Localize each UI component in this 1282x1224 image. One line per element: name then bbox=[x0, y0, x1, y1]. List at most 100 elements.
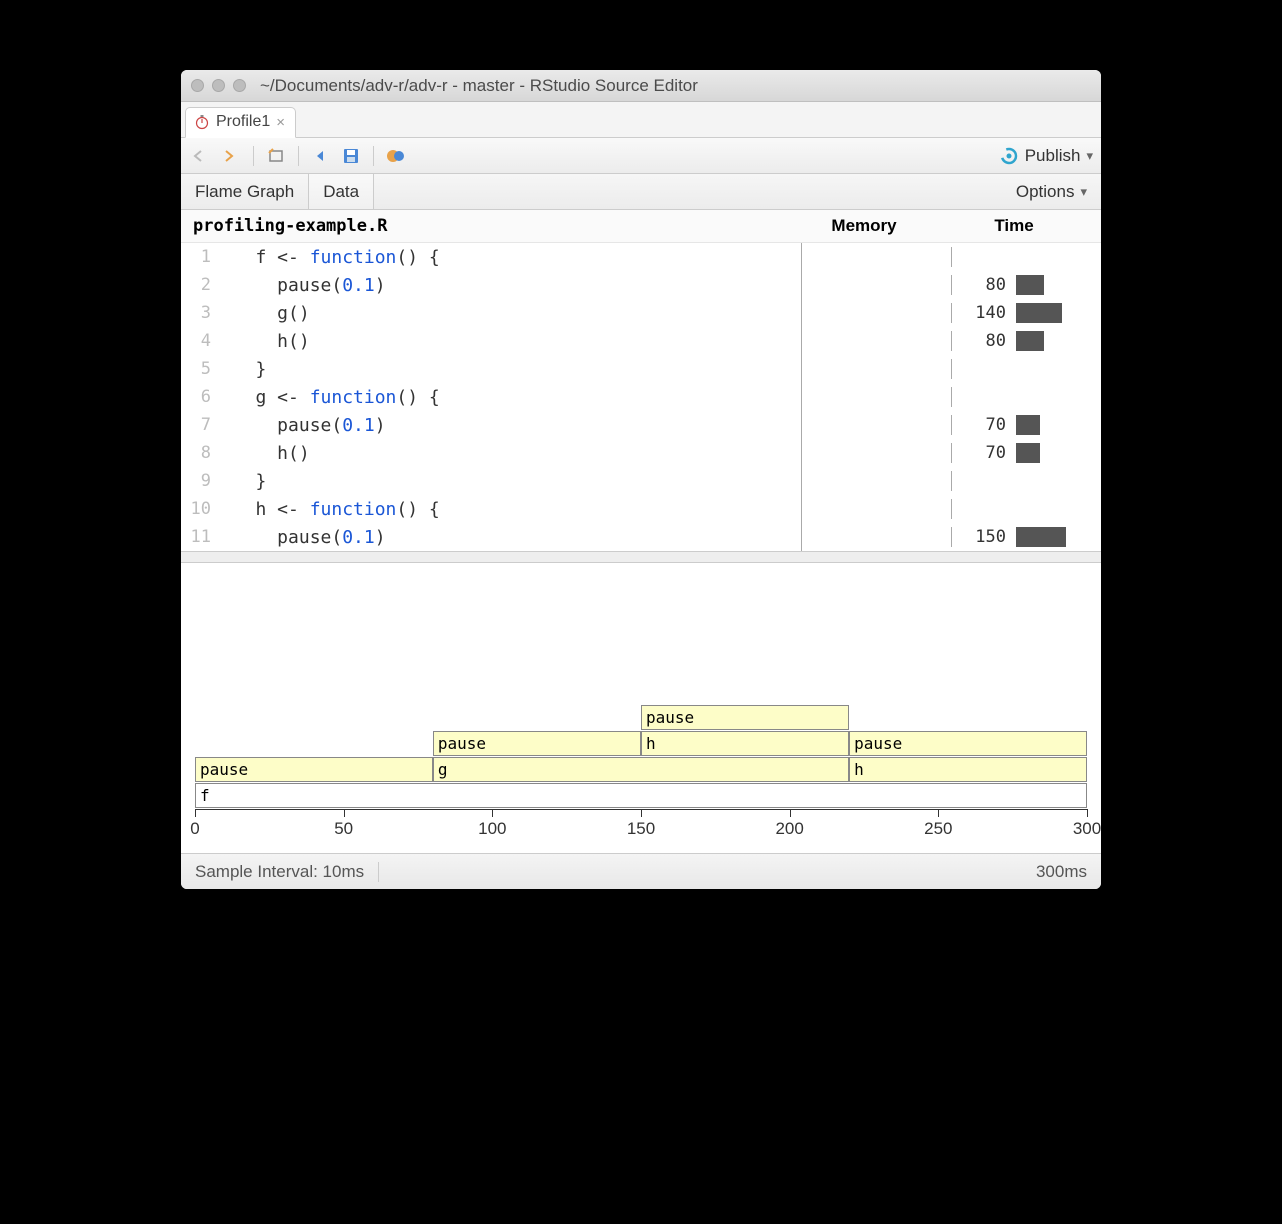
time-bar bbox=[1012, 471, 1101, 491]
tab-flame-graph[interactable]: Flame Graph bbox=[181, 174, 309, 209]
code-line[interactable]: 9 } bbox=[181, 467, 1101, 495]
code-line[interactable]: 10 h <- function() { bbox=[181, 495, 1101, 523]
pane-divider[interactable] bbox=[181, 551, 1101, 563]
time-cell bbox=[951, 471, 1101, 491]
close-window-button[interactable] bbox=[191, 79, 204, 92]
total-time-label: 300ms bbox=[1036, 862, 1087, 882]
back-icon[interactable] bbox=[189, 144, 213, 168]
memory-cell bbox=[801, 243, 951, 271]
time-bar bbox=[1012, 247, 1101, 267]
flame-row: f bbox=[195, 783, 1087, 809]
code-text: g <- function() { bbox=[223, 387, 801, 408]
tick-label: 250 bbox=[924, 819, 952, 839]
flame-frame-f[interactable]: f bbox=[195, 783, 1087, 808]
memory-cell bbox=[801, 523, 951, 551]
memory-cell bbox=[801, 439, 951, 467]
time-value: 150 bbox=[952, 527, 1012, 547]
flame-frame-pause[interactable]: pause bbox=[641, 705, 849, 730]
window-title: ~/Documents/adv-r/adv-r - master - RStud… bbox=[260, 76, 698, 96]
time-bar bbox=[1012, 443, 1101, 463]
code-line[interactable]: 6 g <- function() { bbox=[181, 383, 1101, 411]
chevron-down-icon: ▾ bbox=[1086, 148, 1093, 164]
line-number: 1 bbox=[181, 247, 223, 267]
save-icon[interactable] bbox=[339, 144, 363, 168]
sample-interval-label: Sample Interval: 10ms bbox=[195, 862, 379, 882]
time-bar bbox=[1012, 359, 1101, 379]
flame-frame-pause[interactable]: pause bbox=[849, 731, 1087, 756]
line-number: 9 bbox=[181, 471, 223, 491]
time-cell: 80 bbox=[951, 275, 1101, 295]
time-bar bbox=[1012, 415, 1101, 435]
forward-icon[interactable] bbox=[219, 144, 243, 168]
editor-window: ~/Documents/adv-r/adv-r - master - RStud… bbox=[181, 70, 1101, 889]
time-bar bbox=[1012, 387, 1101, 407]
memory-cell bbox=[801, 411, 951, 439]
code-line[interactable]: 3 g() 140 bbox=[181, 299, 1101, 327]
code-line[interactable]: 8 h() 70 bbox=[181, 439, 1101, 467]
options-label: Options bbox=[1016, 182, 1075, 202]
time-value: 70 bbox=[952, 443, 1012, 463]
flame-row: pause bbox=[195, 705, 1087, 731]
line-number: 3 bbox=[181, 303, 223, 323]
line-number: 10 bbox=[181, 499, 223, 519]
open-in-window-icon[interactable] bbox=[264, 144, 288, 168]
stopwatch-icon bbox=[194, 114, 210, 130]
time-bar bbox=[1012, 331, 1101, 351]
tick-label: 300 bbox=[1073, 819, 1101, 839]
time-cell: 140 bbox=[951, 303, 1101, 323]
flame-frame-pause[interactable]: pause bbox=[433, 731, 641, 756]
close-tab-icon[interactable]: × bbox=[276, 114, 285, 131]
tab-data[interactable]: Data bbox=[309, 174, 374, 209]
code-line[interactable]: 11 pause(0.1)150 bbox=[181, 523, 1101, 551]
flame-frame-h[interactable]: h bbox=[641, 731, 849, 756]
tick-label: 150 bbox=[627, 819, 655, 839]
memory-cell bbox=[801, 299, 951, 327]
flame-row: pausehpause bbox=[195, 731, 1087, 757]
memory-cell bbox=[801, 467, 951, 495]
code-line[interactable]: 1 f <- function() { bbox=[181, 243, 1101, 271]
code-line[interactable]: 4 h() 80 bbox=[181, 327, 1101, 355]
tick-label: 50 bbox=[334, 819, 353, 839]
globe-refresh-icon[interactable] bbox=[384, 144, 408, 168]
code-listing: 1 f <- function() {2 pause(0.1)803 g()14… bbox=[181, 243, 1101, 551]
code-line[interactable]: 5 } bbox=[181, 355, 1101, 383]
time-cell bbox=[951, 247, 1101, 267]
separator bbox=[373, 146, 374, 166]
status-bar: Sample Interval: 10ms 300ms bbox=[181, 853, 1101, 889]
code-text: h() bbox=[223, 331, 801, 352]
flame-frame-h[interactable]: h bbox=[849, 757, 1087, 782]
code-text: h <- function() { bbox=[223, 499, 801, 520]
code-line[interactable]: 7 pause(0.1)70 bbox=[181, 411, 1101, 439]
tab-profile1[interactable]: Profile1 × bbox=[185, 107, 296, 138]
time-cell: 80 bbox=[951, 331, 1101, 351]
tick-label: 200 bbox=[775, 819, 803, 839]
code-text: pause(0.1) bbox=[223, 527, 801, 548]
time-axis: 050100150200250300 bbox=[195, 809, 1087, 843]
code-text: pause(0.1) bbox=[223, 275, 801, 296]
flame-frame-g[interactable]: g bbox=[433, 757, 849, 782]
zoom-window-button[interactable] bbox=[233, 79, 246, 92]
flame-frame-pause[interactable]: pause bbox=[195, 757, 433, 782]
code-text: h() bbox=[223, 443, 801, 464]
toolbar: Publish ▾ bbox=[181, 138, 1101, 174]
previous-icon[interactable] bbox=[309, 144, 333, 168]
minimize-window-button[interactable] bbox=[212, 79, 225, 92]
chevron-down-icon: ▾ bbox=[1080, 184, 1087, 200]
memory-cell bbox=[801, 495, 951, 523]
time-cell bbox=[951, 359, 1101, 379]
publish-button[interactable]: Publish ▾ bbox=[999, 146, 1093, 166]
memory-cell bbox=[801, 355, 951, 383]
time-value: 70 bbox=[952, 415, 1012, 435]
document-tabs: Profile1 × bbox=[181, 102, 1101, 138]
code-line[interactable]: 2 pause(0.1)80 bbox=[181, 271, 1101, 299]
options-button[interactable]: Options ▾ bbox=[1002, 174, 1101, 209]
time-bar bbox=[1012, 527, 1101, 547]
line-number: 8 bbox=[181, 443, 223, 463]
time-value: 140 bbox=[952, 303, 1012, 323]
flame-graph-pane[interactable]: pausepausehpausepauseghf0501001502002503… bbox=[181, 563, 1101, 853]
titlebar[interactable]: ~/Documents/adv-r/adv-r - master - RStud… bbox=[181, 70, 1101, 102]
memory-cell bbox=[801, 383, 951, 411]
line-number: 4 bbox=[181, 331, 223, 351]
time-header: Time bbox=[939, 216, 1089, 236]
code-text: g() bbox=[223, 303, 801, 324]
